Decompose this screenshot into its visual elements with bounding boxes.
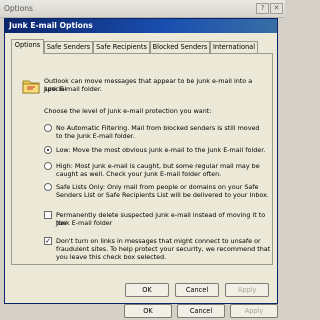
radio-low[interactable] xyxy=(44,146,52,154)
junk-email-options-dialog: Junk E-mail Options Options Safe Senders… xyxy=(4,18,278,304)
dialog-titlebar: Junk E-mail Options xyxy=(5,19,277,33)
radio-low-label: Low: Move the most obvious junk e-mail t… xyxy=(56,146,266,154)
permanently-delete-label-line2: Junk E-mail folder xyxy=(56,219,113,227)
junk-folder-icon xyxy=(22,80,40,94)
permanently-delete-checkbox[interactable] xyxy=(44,211,52,219)
close-icon[interactable]: ✕ xyxy=(270,3,283,14)
options-window-titlebar: Options ? ✕ xyxy=(0,0,285,18)
tab-safe-recipients[interactable]: Safe Recipients xyxy=(93,41,150,53)
options-window-title: Options xyxy=(4,4,33,13)
tab-blocked-senders[interactable]: Blocked Senders xyxy=(150,41,210,53)
choose-level-label: Choose the level of junk e-mail protecti… xyxy=(44,107,212,115)
radio-no-filtering-label-line2: to the Junk E-mail folder. xyxy=(56,132,135,140)
outer-apply-button[interactable]: Apply xyxy=(230,304,278,318)
outer-cancel-button[interactable]: Cancel xyxy=(177,304,225,318)
tab-safe-senders[interactable]: Safe Senders xyxy=(44,41,93,53)
apply-button[interactable]: Apply xyxy=(225,283,269,297)
help-button[interactable]: ? xyxy=(256,3,269,14)
options-panel: Outlook can move messages that appear to… xyxy=(11,53,273,265)
disable-links-label-line3: you leave this check box selected. xyxy=(56,253,167,261)
tab-options[interactable]: Options xyxy=(11,39,44,54)
intro-text-line2: Junk E-mail folder. xyxy=(44,85,102,93)
outer-ok-button[interactable]: OK xyxy=(124,304,172,318)
cancel-button[interactable]: Cancel xyxy=(175,283,219,297)
radio-no-filtering[interactable] xyxy=(44,124,52,132)
ok-button[interactable]: OK xyxy=(125,283,169,297)
dialog-title: Junk E-mail Options xyxy=(9,21,93,30)
disable-links-checkbox[interactable]: ✓ xyxy=(44,237,52,245)
radio-high[interactable] xyxy=(44,162,52,170)
radio-safe-lists-label-line2: Senders List or Safe Recipients List wil… xyxy=(56,191,269,199)
tab-international[interactable]: International xyxy=(210,41,258,53)
radio-safe-lists-only[interactable] xyxy=(44,183,52,191)
radio-high-label-line2: caught as well. Check your Junk E-mail f… xyxy=(56,170,222,178)
